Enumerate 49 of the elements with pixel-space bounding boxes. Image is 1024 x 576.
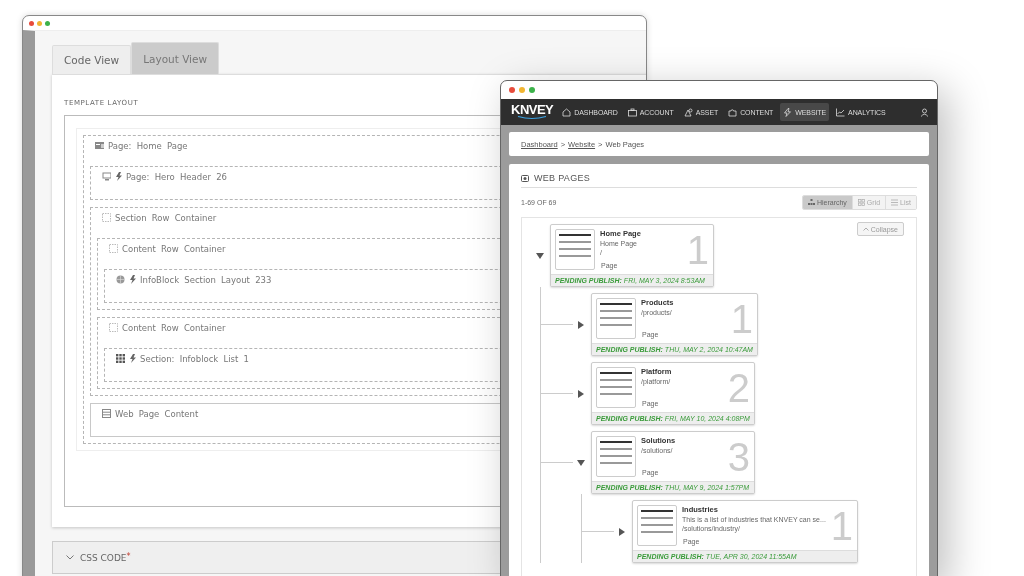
page-thumbnail — [596, 367, 636, 408]
maximize-button[interactable] — [529, 87, 535, 93]
monitor-icon — [102, 172, 111, 181]
page-heading: WEB PAGES — [534, 173, 591, 183]
caret-right-icon[interactable] — [577, 320, 585, 329]
block-label: Content Row Container — [122, 323, 226, 333]
block-label: Section Row Container — [115, 213, 217, 223]
caret-right-icon[interactable] — [577, 389, 585, 398]
content-block-icon — [102, 409, 111, 418]
section-label: CSS CODE — [80, 552, 127, 563]
page-thumbnail — [596, 298, 636, 339]
hierarchy-icon — [807, 199, 815, 206]
block-label: Web Page Content — [115, 409, 199, 419]
globe-icon — [116, 275, 125, 284]
swoosh-icon — [517, 116, 548, 120]
block-label: Page: Home Page — [108, 141, 188, 151]
maximize-button[interactable] — [45, 20, 50, 26]
line-chart-icon — [836, 107, 846, 117]
page-thumbnail — [555, 229, 595, 270]
close-button[interactable] — [29, 20, 34, 26]
page-thumbnail — [637, 505, 677, 546]
dashed-square-icon — [109, 244, 118, 253]
camera-icon — [521, 174, 529, 182]
page-thumbnail — [596, 436, 636, 477]
dashed-square-icon — [102, 213, 111, 222]
grid-icon — [116, 354, 125, 363]
page-layout-icon — [95, 141, 104, 150]
caret-up-icon — [862, 227, 869, 231]
user-icon — [920, 107, 929, 117]
view-tab[interactable]: Code View — [52, 45, 132, 74]
block-label: Content Row Container — [122, 244, 226, 254]
briefcase-icon — [627, 107, 637, 117]
dashed-square-icon — [109, 323, 118, 332]
shapes-icon — [683, 107, 693, 117]
brand-logo[interactable]: KNVEY — [511, 104, 554, 116]
caret-down-icon[interactable] — [536, 251, 544, 260]
block-label: Section: Infoblock List 1 — [140, 354, 249, 364]
block-label: Page: Hero Header 26 — [126, 172, 227, 182]
css-code-section[interactable]: CSS CODE* — [52, 541, 501, 574]
list-icon — [891, 199, 899, 206]
close-button[interactable] — [509, 87, 515, 93]
caret-right-icon[interactable] — [618, 527, 626, 536]
house-icon — [562, 107, 572, 117]
lightning-bolt-icon — [783, 107, 793, 117]
required-mark: * — [126, 552, 131, 561]
grid-icon — [857, 199, 865, 206]
chevron-down-icon — [66, 555, 74, 560]
block-label: InfoBlock Section Layout 233 — [140, 275, 272, 285]
caret-down-icon[interactable] — [577, 458, 585, 467]
